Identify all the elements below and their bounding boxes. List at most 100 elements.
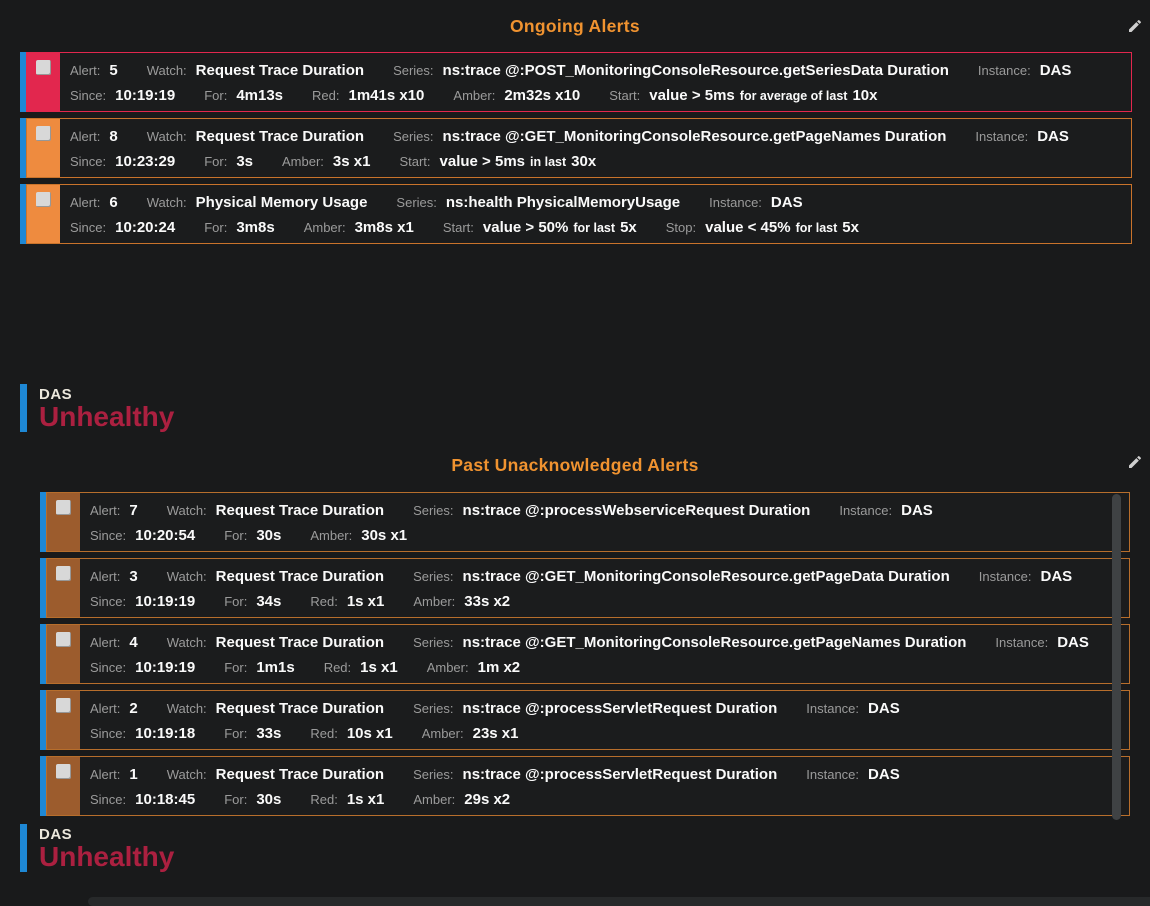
severity-flag xyxy=(27,119,60,177)
field-label: Since: xyxy=(70,220,106,235)
field-value: ns:health PhysicalMemoryUsage xyxy=(446,194,680,211)
field-value: 2m32s x10 xyxy=(504,87,580,104)
field-label: Alert: xyxy=(70,63,100,78)
field-value: 1s x1 xyxy=(360,659,398,676)
alert-row: Alert:3Watch:Request Trace DurationSerie… xyxy=(40,558,1130,618)
alert-field: Red:1m41s x10 xyxy=(312,87,429,104)
field-value: 5x xyxy=(620,219,637,236)
alert-field: Since:10:19:19 xyxy=(90,659,200,676)
acknowledge-checkbox[interactable] xyxy=(56,500,71,515)
alert-details: Alert:1Watch:Request Trace DurationSerie… xyxy=(80,757,1129,815)
acknowledge-checkbox[interactable] xyxy=(36,126,51,141)
field-label: For: xyxy=(204,154,227,169)
alert-field: Amber: 23s x1 xyxy=(422,725,524,742)
field-value: 2 xyxy=(129,700,137,717)
field-value: 10:19:19 xyxy=(135,593,195,610)
field-label: Amber: xyxy=(422,726,464,741)
acknowledge-checkbox[interactable] xyxy=(36,192,51,207)
alert-detail-line: Alert:6Watch:Physical Memory UsageSeries… xyxy=(70,192,1131,214)
field-value: ns:trace @:processServletRequest Duratio… xyxy=(463,700,778,717)
field-value: 6 xyxy=(109,194,117,211)
vertical-scrollbar[interactable] xyxy=(1112,494,1121,820)
alert-details: Alert:4Watch:Request Trace DurationSerie… xyxy=(80,625,1129,683)
acknowledge-checkbox[interactable] xyxy=(56,698,71,713)
alert-field: Watch:Request Trace Duration xyxy=(167,568,389,585)
alert-row: Alert:7Watch:Request Trace DurationSerie… xyxy=(40,492,1130,552)
alert-row-frame: Alert:1Watch:Request Trace DurationSerie… xyxy=(46,756,1130,816)
alert-details: Alert:6Watch:Physical Memory UsageSeries… xyxy=(60,185,1131,243)
alert-row-frame: Alert:6Watch:Physical Memory UsageSeries… xyxy=(26,184,1132,244)
field-value: 1 xyxy=(129,766,137,783)
field-value: for average of last xyxy=(740,89,848,103)
field-label: Instance: xyxy=(806,701,859,716)
field-value: 10:20:24 xyxy=(115,219,175,236)
severity-flag xyxy=(27,53,60,111)
alert-row-frame: Alert:3Watch:Request Trace DurationSerie… xyxy=(46,558,1130,618)
field-label: Instance: xyxy=(979,569,1032,584)
field-value: DAS xyxy=(1037,128,1069,145)
alert-field: Stop:value < 45%for last5x xyxy=(666,219,864,236)
alert-row-frame: Alert:2Watch:Request Trace DurationSerie… xyxy=(46,690,1130,750)
field-label: Alert: xyxy=(90,635,120,650)
field-value: value < 45% xyxy=(705,219,790,236)
field-value: DAS xyxy=(1040,62,1072,79)
alert-field: Series:ns:trace @:processServletRequest … xyxy=(413,700,782,717)
alert-field: Amber:2m32s x10 xyxy=(453,87,585,104)
field-value: DAS xyxy=(868,700,900,717)
alert-field: For:34s xyxy=(224,593,286,610)
alert-detail-line: Since:10:23:29For:3sAmber:3s x1Start:val… xyxy=(70,151,1131,173)
horizontal-scrollbar[interactable] xyxy=(88,897,1150,906)
status-text: DAS Unhealthy xyxy=(39,384,174,432)
severity-flag xyxy=(47,691,80,749)
alert-field: Instance:DAS xyxy=(839,502,937,519)
field-label: Watch: xyxy=(167,503,207,518)
pencil-icon xyxy=(1127,18,1143,34)
field-label: For: xyxy=(204,88,227,103)
alert-field: Since:10:19:19 xyxy=(70,87,180,104)
alert-field: Instance:DAS xyxy=(995,634,1093,651)
alert-field: Series:ns:trace @:GET_MonitoringConsoleR… xyxy=(413,568,955,585)
alert-details: Alert:2Watch:Request Trace DurationSerie… xyxy=(80,691,1129,749)
field-value: 33s xyxy=(256,725,281,742)
alert-field: Watch:Request Trace Duration xyxy=(167,700,389,717)
alert-field: For:4m13s xyxy=(204,87,288,104)
alert-field: Instance:DAS xyxy=(709,194,807,211)
alert-field: Alert:5 xyxy=(70,62,123,79)
field-label: Start: xyxy=(443,220,474,235)
field-label: Alert: xyxy=(90,767,120,782)
field-label: Amber: xyxy=(413,792,455,807)
field-label: For: xyxy=(204,220,227,235)
edit-pencil-icon[interactable] xyxy=(1126,453,1144,471)
edit-pencil-icon[interactable] xyxy=(1126,17,1144,35)
acknowledge-checkbox[interactable] xyxy=(56,764,71,779)
field-value: 7 xyxy=(129,502,137,519)
alert-row-frame: Alert:8Watch:Request Trace DurationSerie… xyxy=(26,118,1132,178)
status-accent-bar xyxy=(20,384,27,432)
field-value: 30s x1 xyxy=(361,527,407,544)
field-label: Series: xyxy=(393,129,433,144)
status-health-label: Unhealthy xyxy=(39,403,174,432)
field-label: Red: xyxy=(312,88,339,103)
field-value: ns:trace @:GET_MonitoringConsoleResource… xyxy=(443,128,947,145)
alert-row: Alert:5Watch:Request Trace DurationSerie… xyxy=(20,52,1132,112)
alert-field: Watch:Request Trace Duration xyxy=(167,766,389,783)
severity-flag xyxy=(47,493,80,551)
alert-field: Alert: 1 xyxy=(90,766,143,783)
field-value: 10:19:18 xyxy=(135,725,195,742)
alert-field: Series:ns:health PhysicalMemoryUsage xyxy=(396,194,685,211)
field-value: 1s x1 xyxy=(347,791,385,808)
alert-field: Amber:30s x1 xyxy=(310,527,412,544)
alert-field: Instance:DAS xyxy=(975,128,1073,145)
field-value: ns:trace @:GET_MonitoringConsoleResource… xyxy=(463,634,967,651)
acknowledge-checkbox[interactable] xyxy=(36,60,51,75)
field-label: Red: xyxy=(310,594,337,609)
field-label: Stop: xyxy=(666,220,696,235)
field-label: Since: xyxy=(90,726,126,741)
acknowledge-checkbox[interactable] xyxy=(56,566,71,581)
field-value: ns:trace @:POST_MonitoringConsoleResourc… xyxy=(443,62,949,79)
field-label: For: xyxy=(224,594,247,609)
field-value: 29s x2 xyxy=(464,791,510,808)
acknowledge-checkbox[interactable] xyxy=(56,632,71,647)
field-value: 23s x1 xyxy=(473,725,519,742)
field-label: Red: xyxy=(310,792,337,807)
